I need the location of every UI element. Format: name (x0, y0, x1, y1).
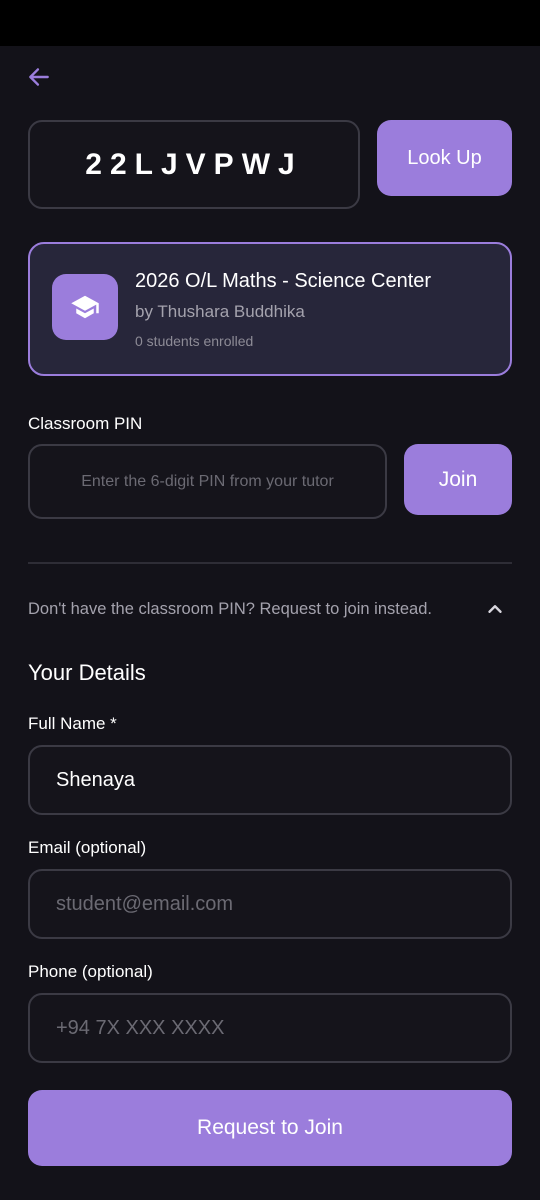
classroom-pin-input[interactable]: Enter the 6-digit PIN from your tutor (28, 444, 387, 519)
back-button[interactable] (22, 60, 56, 94)
class-code-field[interactable]: 22LJVPWJ (28, 120, 360, 209)
graduation-cap-icon (71, 295, 99, 319)
request-toggle-text: Don't have the classroom PIN? Request to… (28, 600, 432, 618)
arrow-left-icon (29, 68, 49, 86)
chevron-up-icon (488, 605, 502, 613)
full-name-input[interactable]: Shenaya (28, 745, 512, 815)
status-bar (0, 0, 540, 46)
request-to-join-toggle[interactable]: Don't have the classroom PIN? Request to… (28, 594, 512, 626)
phone-input[interactable]: +94 7X XXX XXXX (28, 993, 512, 1063)
request-to-join-button[interactable]: Request to Join (28, 1090, 512, 1166)
classroom-tutor: by Thushara Buddhika (135, 302, 305, 321)
class-icon-tile (52, 274, 118, 340)
email-label: Email (optional) (28, 838, 147, 857)
classroom-card: 2026 O/L Maths - Science Center by Thush… (28, 242, 512, 376)
classroom-enrolled-count: 0 students enrolled (135, 333, 254, 349)
full-name-label: Full Name * (28, 714, 117, 733)
email-input[interactable]: student@email.com (28, 869, 512, 939)
phone-label: Phone (optional) (28, 962, 153, 981)
classroom-pin-label: Classroom PIN (28, 414, 143, 433)
classroom-title: 2026 O/L Maths - Science Center (135, 270, 432, 292)
join-button[interactable]: Join (404, 444, 512, 515)
your-details-heading: Your Details (28, 660, 146, 685)
join-classroom-screen: 22LJVPWJ Look Up 2026 O/L Maths - Scienc… (0, 46, 540, 1200)
divider (28, 562, 512, 564)
look-up-button[interactable]: Look Up (377, 120, 512, 196)
